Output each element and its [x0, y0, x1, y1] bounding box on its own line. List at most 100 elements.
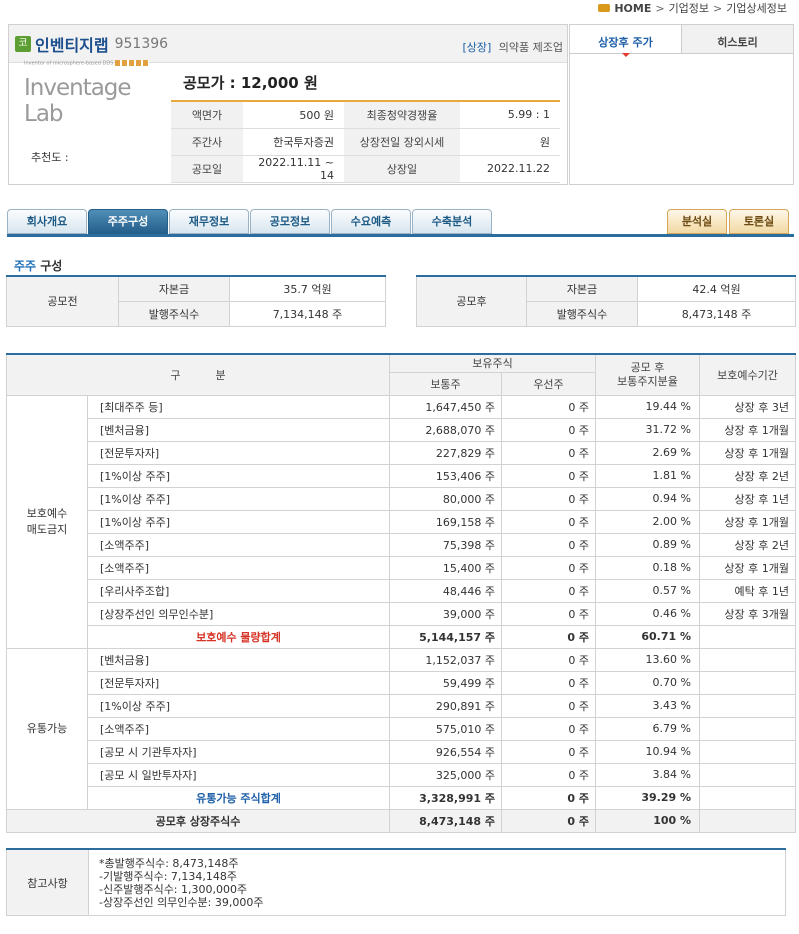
- company-code: 951396: [114, 35, 169, 52]
- capital-value: 42.4 억원: [637, 275, 796, 302]
- note-line: -신주발행주식수: 1,300,000주: [99, 882, 248, 896]
- common-shares: 169,158 주: [389, 509, 502, 534]
- nav-divider: [7, 234, 794, 237]
- holder-name: [1%이상 주주]: [87, 509, 390, 534]
- tab-profit-analysis[interactable]: 수축분석: [412, 209, 492, 234]
- holder-name: [1%이상 주주]: [87, 693, 390, 718]
- shares-label: 발행주식수: [526, 300, 638, 327]
- info-value: 5.99 : 1: [460, 101, 560, 129]
- header-lock: 보호예수기간: [699, 353, 796, 396]
- lockup-period: 상장 후 3년: [699, 394, 796, 419]
- table-row: [소액주주] 15,400 주0 주 0.18 % 상장 후 1개월: [7, 555, 796, 580]
- tab-financials[interactable]: 재무정보: [169, 209, 249, 234]
- lockup-period: 상장 후 2년: [699, 463, 796, 488]
- subtotal-ratio: 39.29 %: [595, 785, 700, 810]
- ownership-ratio: 0.94 %: [595, 486, 700, 511]
- info-value: 500 원: [243, 101, 344, 129]
- section-title: 주주 구성: [14, 257, 62, 274]
- capital-after-head: 공모후: [416, 275, 527, 327]
- ownership-ratio: 2.00 %: [595, 509, 700, 534]
- lockup-period: [699, 693, 796, 718]
- logo-dots-icon: [115, 60, 150, 66]
- shares-value: 7,134,148 주: [229, 300, 386, 327]
- notes-label: 참고사항: [6, 848, 89, 916]
- table-row: [상장주선인 의무인수분] 39,000 주0 주 0.46 % 상장 후 3개월: [7, 601, 796, 626]
- common-shares: 80,000 주: [389, 486, 502, 511]
- table-row: [1%이상 주주] 290,891 주0 주 3.43 %: [7, 693, 796, 718]
- common-shares: 75,398 주: [389, 532, 502, 557]
- preferred-shares: 0 주: [501, 762, 596, 787]
- breadcrumb-item[interactable]: 기업상세정보: [726, 0, 787, 16]
- common-shares: 575,010 주: [389, 716, 502, 741]
- notes-table: 참고사항 *총발행주식수: 8,473,148주 -기발행주식수: 7,134,…: [6, 848, 786, 916]
- breadcrumb-home[interactable]: HOME: [614, 2, 651, 15]
- table-row: 보호예수 매도금지 [최대주주 등] 1,647,450 주0 주 19.44 % 상장…: [6, 394, 796, 649]
- table-row: [벤처금융] 2,688,070 주0 주 31.72 % 상장 후 1개월: [7, 417, 796, 442]
- info-label: 상장일: [344, 155, 460, 183]
- lockup-period: 예탁 후 1년: [699, 578, 796, 603]
- holder-name: [상장주선인 의무인수분]: [87, 601, 390, 626]
- preferred-shares: 0 주: [501, 578, 596, 603]
- ownership-ratio: 0.57 %: [595, 578, 700, 603]
- total-common: 8,473,148 주: [389, 808, 502, 833]
- lockup-period: 상장 후 1개월: [699, 555, 796, 580]
- shares-label: 발행주식수: [118, 300, 230, 327]
- common-shares: 1,647,450 주: [389, 394, 502, 419]
- ownership-ratio: 0.89 %: [595, 532, 700, 557]
- holder-name: [소액주주]: [87, 555, 390, 580]
- recommend-label: 추천도 :: [31, 151, 69, 164]
- preferred-shares: 0 주: [501, 486, 596, 511]
- tab-discussion-room[interactable]: 토론실: [729, 209, 789, 234]
- tab-history[interactable]: 히스토리: [681, 25, 793, 53]
- lockup-period: 상장 후 2년: [699, 532, 796, 557]
- market-badge-icon: 코: [15, 35, 31, 52]
- info-row: 주간사 한국투자증권 상장전일 장외시세 원: [171, 128, 560, 156]
- preferred-shares: 0 주: [501, 693, 596, 718]
- info-row: 액면가 500 원 최종청약경쟁율 5.99 : 1: [171, 101, 560, 129]
- common-shares: 2,688,070 주: [389, 417, 502, 442]
- section-title-highlight: 주주: [14, 259, 37, 273]
- tab-analysis-room[interactable]: 분석실: [667, 209, 727, 234]
- capital-label: 자본금: [526, 275, 638, 302]
- capital-before-head: 공모전: [6, 275, 119, 327]
- holder-name: [벤처금융]: [87, 417, 390, 442]
- info-label: 상장전일 장외시세: [344, 128, 460, 156]
- shareholder-table: 구 분 보유주식 공모 후 보통주지분율 보호예수기간 보통주 우선주 보호예수…: [6, 353, 796, 833]
- header-ratio: 공모 후 보통주지분율: [595, 353, 700, 396]
- info-value: 2022.11.22: [460, 155, 560, 183]
- common-shares: 153,406 주: [389, 463, 502, 488]
- common-shares: 39,000 주: [389, 601, 502, 626]
- ownership-ratio: 2.69 %: [595, 440, 700, 465]
- preferred-shares: 0 주: [501, 532, 596, 557]
- preferred-shares: 0 주: [501, 670, 596, 695]
- subtotal-common: 5,144,157 주: [389, 624, 502, 649]
- breadcrumb: HOME > 기업정보 > 기업상세정보: [598, 0, 787, 16]
- total-preferred: 0 주: [501, 808, 596, 833]
- table-row: [1%이상 주주] 169,158 주0 주 2.00 % 상장 후 1개월: [7, 509, 796, 534]
- tab-shareholders[interactable]: 주주구성: [88, 209, 168, 234]
- info-value: 원: [460, 128, 560, 156]
- holder-name: [1%이상 주주]: [87, 486, 390, 511]
- preferred-shares: 0 주: [501, 463, 596, 488]
- ownership-ratio: 10.94 %: [595, 739, 700, 764]
- tab-offering-info[interactable]: 공모정보: [250, 209, 330, 234]
- holder-name: [전문투자자]: [87, 670, 390, 695]
- tab-demand-forecast[interactable]: 수요예측: [331, 209, 411, 234]
- info-value: 2022.11.11 ~ 14: [243, 155, 344, 183]
- tab-label: 히스토리: [717, 36, 758, 49]
- company-logo: Inventor of microsphere-based DDS Invent…: [24, 60, 154, 127]
- subtotal-label: 유통가능 주식합계: [87, 785, 390, 810]
- lockup-period: [699, 762, 796, 787]
- subtotal-preferred: 0 주: [501, 624, 596, 649]
- preferred-shares: 0 주: [501, 739, 596, 764]
- tab-post-listing-price[interactable]: 상장후 주가: [570, 25, 681, 57]
- company-header: 코 인벤티지랩 951396 [상장] 의약품 제조업: [9, 25, 567, 63]
- tab-company-overview[interactable]: 회사개요: [7, 209, 87, 234]
- holder-name: [전문투자자]: [87, 440, 390, 465]
- info-value: 한국투자증권: [243, 128, 344, 156]
- subtotal-row: 보호예수 물량합계 5,144,157 주0 주 60.71 %: [7, 624, 796, 649]
- common-shares: 926,554 주: [389, 739, 502, 764]
- subtotal-ratio: 60.71 %: [595, 624, 700, 649]
- breadcrumb-item[interactable]: 기업정보: [669, 0, 709, 16]
- table-row: [우리사주조합] 48,446 주0 주 0.57 % 예탁 후 1년: [7, 578, 796, 603]
